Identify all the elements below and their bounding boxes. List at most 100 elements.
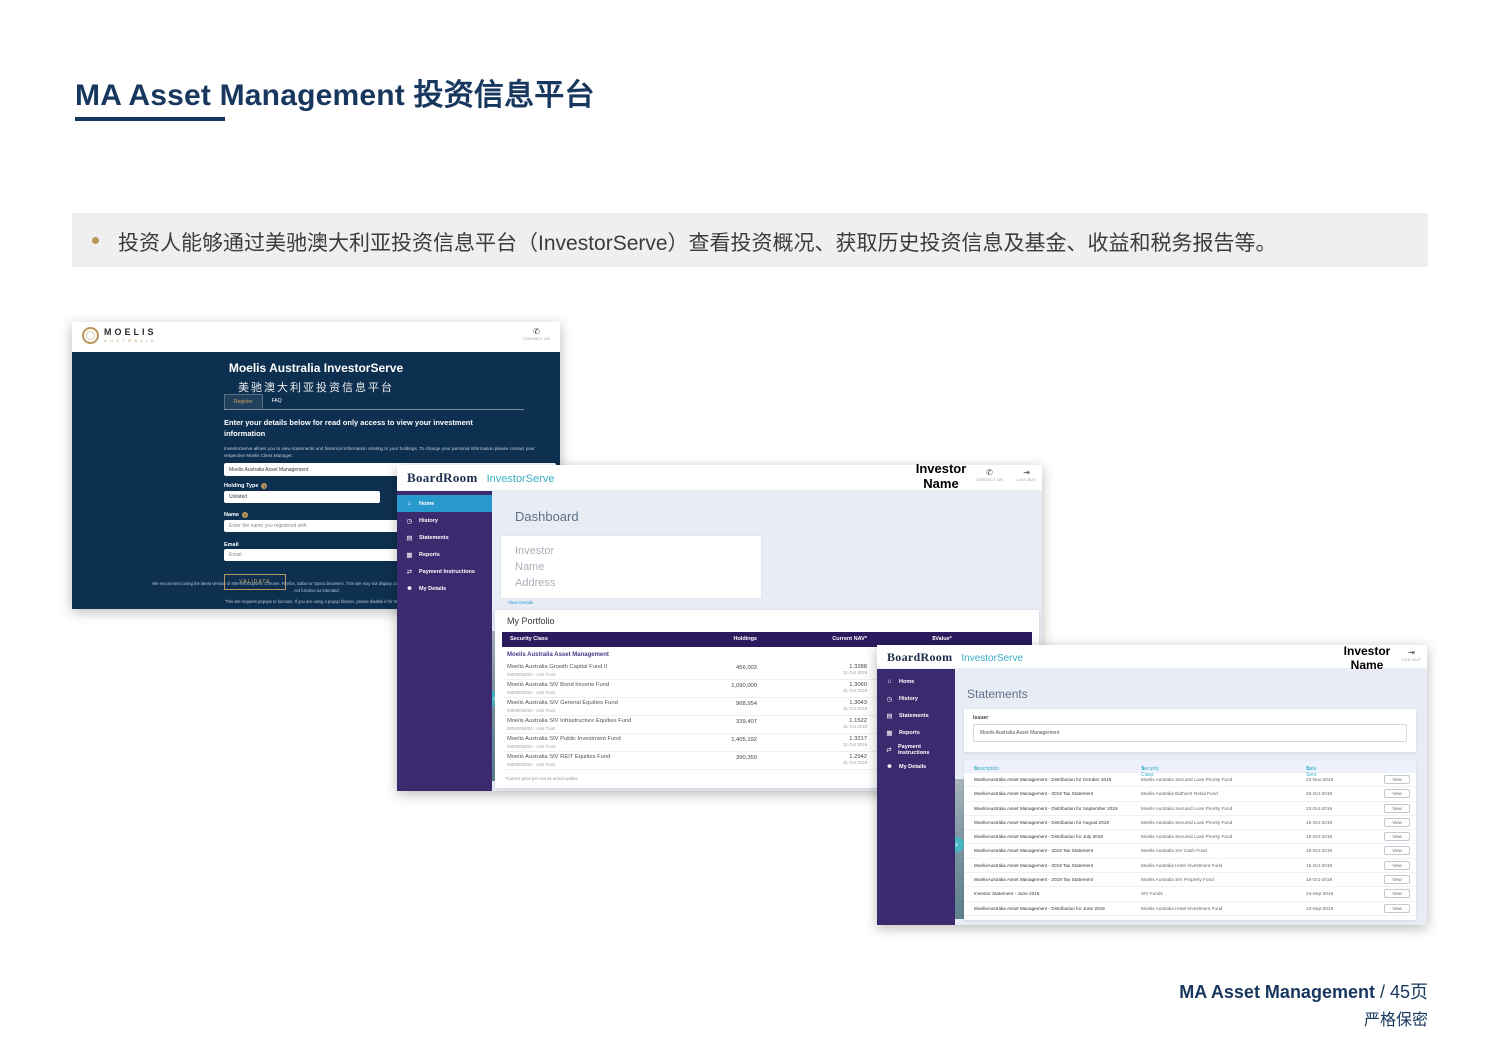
login-title-zh: 美驰澳大利亚投资信息平台 bbox=[72, 379, 560, 395]
sort-icon: ⇅ bbox=[1141, 766, 1145, 772]
holding-type-input[interactable]: Unlisted bbox=[224, 491, 380, 503]
statement-description: MoelisAustralia Asset Management - Distr… bbox=[974, 906, 1136, 911]
col-current-nav: Current NAV* bbox=[807, 636, 867, 642]
phone-icon: ✆ bbox=[523, 328, 550, 336]
sort-icon: ⇅ bbox=[974, 766, 978, 772]
fund-name[interactable]: Moelis Australia SIV Bond Income Fund bbox=[507, 682, 609, 688]
statement-description: MoelisAustralia Asset Management - 2019 … bbox=[974, 877, 1136, 882]
fund-name[interactable]: Moelis Australia SIV Public Investment F… bbox=[507, 736, 621, 742]
table-row: MoelisAustralia Asset Management - 2019 … bbox=[964, 787, 1416, 801]
investorserve-logo: InvestorServe bbox=[961, 653, 1023, 664]
nav-icon: ⇄ bbox=[406, 568, 413, 576]
title-underline bbox=[75, 117, 225, 121]
help-icon[interactable]: ? bbox=[261, 483, 267, 489]
holding-type-label: Holding Type ? bbox=[224, 483, 267, 489]
sidebar-item[interactable]: ▦ Reports bbox=[397, 546, 492, 563]
investor-card-line: Name bbox=[515, 561, 761, 574]
fund-nav-cell: 1.3043 31 Oct 2019 bbox=[807, 700, 867, 711]
fund-name[interactable]: Moelis Australia SIV General Equities Fu… bbox=[507, 700, 618, 706]
col-security-class: Security Class bbox=[510, 636, 548, 642]
nav-label: Payment Instructions bbox=[419, 569, 475, 575]
fund-holdings: 456,003 bbox=[702, 665, 757, 671]
sidebar-item[interactable]: ▤ Statements bbox=[877, 707, 955, 724]
fund-name[interactable]: Moelis Australia SIV Infrastructure Equi… bbox=[507, 718, 631, 724]
fund-name[interactable]: Moelis Australia Growth Capital Fund II bbox=[507, 664, 607, 670]
tab-faq[interactable]: FAQ bbox=[263, 394, 291, 409]
moelis-logo-icon bbox=[82, 327, 99, 344]
issuer-label: Issuer bbox=[973, 715, 988, 721]
sidebar-item[interactable]: ⇄ Payment Instructions bbox=[397, 563, 492, 580]
footer-page-number: / 45页 bbox=[1375, 982, 1428, 1002]
fund-name[interactable]: Moelis Australia SIV REIT Equities Fund bbox=[507, 754, 610, 760]
portfolio-footnote: *Current price per unit as at last updat… bbox=[505, 776, 578, 781]
statement-date-sent: 15-Oct-2019 bbox=[1306, 820, 1332, 825]
table-row: MoelisAustralia Asset Management - Distr… bbox=[964, 830, 1416, 844]
fund-account: 00000000/01 - Unit Trust bbox=[507, 762, 555, 767]
col-value: $Value* bbox=[922, 636, 962, 642]
sidebar-item[interactable]: ▦ Reports bbox=[877, 724, 955, 741]
statement-date-sent: 25-Oct-2019 bbox=[1306, 791, 1332, 796]
fund-account: 00000000/02 - Unit Trust bbox=[507, 672, 555, 677]
statements-screenshot: BoardRoom InvestorServe ⇥ LOG OUT Invest… bbox=[877, 645, 1427, 925]
logout-button[interactable]: ⇥ LOG OUT bbox=[1017, 469, 1036, 482]
nav-label: Payment Instructions bbox=[898, 744, 946, 756]
logout-icon: ⇥ bbox=[1017, 469, 1036, 477]
logout-label: LOG OUT bbox=[1017, 478, 1036, 482]
view-button[interactable]: View bbox=[1384, 818, 1410, 827]
contact-us-button[interactable]: ✆ CONTACT US bbox=[523, 328, 550, 341]
fund-nav-date: 31 Oct 2019 bbox=[807, 724, 867, 729]
view-button[interactable]: View bbox=[1384, 832, 1410, 841]
sidebar-item[interactable]: ☻ My Details bbox=[877, 758, 955, 775]
statement-security-class: Moelis Australia Hotel Investment Fund bbox=[1141, 906, 1301, 911]
statement-date-sent: 13-Sep-2019 bbox=[1306, 906, 1333, 911]
fund-nav-date: 31 Oct 2019 bbox=[807, 706, 867, 711]
statements-heading: Statements bbox=[967, 687, 1028, 701]
view-button[interactable]: View bbox=[1384, 789, 1410, 798]
fund-nav-cell: 1.2942 31 Oct 2019 bbox=[807, 754, 867, 765]
fund-nav-date: 31 Oct 2019 bbox=[807, 670, 867, 675]
sidebar-nav: ⌂ Home ◷ History ▤ Statements ▦ Reports … bbox=[397, 491, 492, 791]
fund-nav-cell: 1.3288 31 Oct 2019 bbox=[807, 664, 867, 675]
sidebar-item[interactable]: ⌂ Home bbox=[397, 495, 492, 512]
fund-holdings: 339,407 bbox=[702, 719, 757, 725]
table-row: MoelisAustralia Asset Management - Distr… bbox=[964, 773, 1416, 787]
view-details-link[interactable]: View Details bbox=[508, 600, 533, 605]
statement-date-sent: 22-Nov-2019 bbox=[1306, 777, 1333, 782]
investor-card-line: Address bbox=[515, 577, 761, 590]
sidebar-item[interactable]: ◷ History bbox=[877, 690, 955, 707]
page-title: MA Asset Management 投资信息平台 bbox=[75, 70, 595, 114]
statement-description: MoelisAustralia Asset Management - Distr… bbox=[974, 777, 1136, 782]
table-row: MoelisAustralia Asset Management - Distr… bbox=[964, 816, 1416, 830]
statement-security-class: Moelis Australia Hotel Investment Fund bbox=[1141, 863, 1301, 868]
view-button[interactable]: View bbox=[1384, 861, 1410, 870]
fund-nav-cell: 1.3060 31 Oct 2019 bbox=[807, 682, 867, 693]
tab-register[interactable]: Register bbox=[224, 394, 263, 409]
help-icon[interactable]: ? bbox=[242, 512, 248, 518]
login-intro-text: Enter your details below for read only a… bbox=[224, 418, 514, 440]
sidebar-item[interactable]: ⌂ Home bbox=[877, 673, 955, 690]
view-button[interactable]: View bbox=[1384, 804, 1410, 813]
statement-description: MoelisAustralia Asset Management - 2019 … bbox=[974, 863, 1136, 868]
view-button[interactable]: View bbox=[1384, 889, 1410, 898]
view-button[interactable]: View bbox=[1384, 875, 1410, 884]
investorserve-logo: InvestorServe bbox=[487, 473, 555, 485]
statement-description: MoelisAustralia Asset Management - 2019 … bbox=[974, 791, 1136, 796]
sidebar-item[interactable]: ⇄ Payment Instructions bbox=[877, 741, 955, 758]
view-button[interactable]: View bbox=[1384, 846, 1410, 855]
sidebar-item[interactable]: ◷ History bbox=[397, 512, 492, 529]
sidebar-item[interactable]: ☻ My Details bbox=[397, 580, 492, 597]
login-note-text: InvestorServe allows you to view stateme… bbox=[224, 446, 554, 460]
table-row: MoelisAustralia Asset Management - Distr… bbox=[964, 802, 1416, 816]
statement-security-class: Moelis Australia SIV Property Fund bbox=[1141, 877, 1301, 882]
nav-icon: ◷ bbox=[406, 517, 413, 525]
fund-account: 00000000/01 - Unit Trust bbox=[507, 690, 555, 695]
sidebar-item[interactable]: ▤ Statements bbox=[397, 529, 492, 546]
statement-description: MoelisAustralia Asset Management - Distr… bbox=[974, 806, 1136, 811]
view-button[interactable]: View bbox=[1384, 904, 1410, 913]
holding-type-label-text: Holding Type bbox=[224, 483, 258, 489]
view-button[interactable]: View bbox=[1384, 775, 1410, 784]
statement-date-sent: 24-Sep-2019 bbox=[1306, 891, 1333, 896]
issuer-select[interactable]: Moelis Australia Asset Management bbox=[973, 724, 1407, 742]
fund-holdings: 1,405,192 bbox=[702, 737, 757, 743]
statement-security-class: Moelis Australia Secured Loan Priority F… bbox=[1141, 777, 1301, 782]
